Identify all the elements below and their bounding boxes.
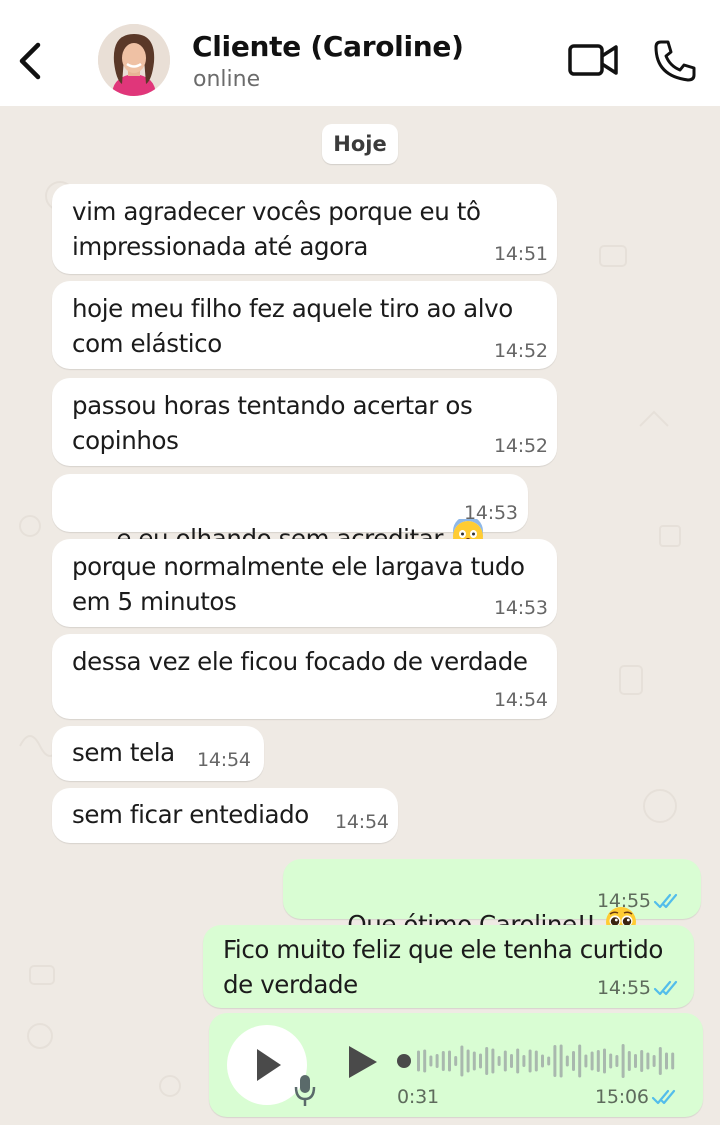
message-time: 14:55 bbox=[597, 977, 651, 999]
chat-area[interactable]: Hoje vim agradecer vocês porque eu tô im… bbox=[0, 106, 720, 1125]
message-time: 15:06 bbox=[595, 1086, 649, 1108]
message-time: 14:55 bbox=[597, 890, 651, 912]
outgoing-voice-message[interactable]: 0:31 15:06 bbox=[209, 1013, 703, 1117]
waveform-bar bbox=[541, 1054, 544, 1068]
waveform-bar bbox=[671, 1052, 675, 1070]
message-text: hoje meu filho fez aquele tiro ao alvo c… bbox=[72, 294, 513, 358]
waveform-bar bbox=[621, 1044, 625, 1078]
double-check-read-icon bbox=[653, 893, 678, 909]
waveform-bar bbox=[640, 1050, 644, 1072]
audio-progress-handle[interactable] bbox=[397, 1054, 411, 1068]
incoming-message[interactable]: e eu olhando sem acreditar 14:53 bbox=[52, 474, 528, 553]
waveform-bar bbox=[497, 1056, 501, 1066]
waveform-bar bbox=[590, 1051, 594, 1071]
waveform-bar bbox=[429, 1055, 433, 1067]
play-triangle-icon bbox=[349, 1046, 377, 1078]
outgoing-message[interactable]: Que ótimo Caroline!! 14:55 bbox=[283, 859, 701, 939]
audio-waveform[interactable] bbox=[395, 1039, 675, 1083]
message-text: sem ficar entediado bbox=[72, 800, 309, 829]
chat-header: Cliente (Caroline) online bbox=[0, 0, 720, 106]
waveform-bar bbox=[603, 1048, 606, 1074]
phone-icon bbox=[654, 40, 696, 82]
waveform-bar bbox=[627, 1051, 631, 1071]
voice-call-button[interactable] bbox=[652, 38, 696, 84]
contact-status: online bbox=[193, 67, 261, 92]
waveform-bar bbox=[435, 1054, 439, 1068]
avatar[interactable] bbox=[98, 24, 170, 96]
incoming-message[interactable]: hoje meu filho fez aquele tiro ao alvo c… bbox=[52, 281, 557, 369]
waveform-bar bbox=[522, 1055, 526, 1067]
waveform-bar bbox=[491, 1048, 495, 1074]
waveform-bar bbox=[646, 1052, 650, 1070]
waveform-bar bbox=[472, 1051, 476, 1071]
message-text: passou horas tentando acertar os copinho… bbox=[72, 391, 473, 455]
message-time: 14:53 bbox=[464, 502, 518, 524]
waveform-bar bbox=[578, 1044, 582, 1078]
waveform-bar bbox=[652, 1055, 656, 1067]
double-check-read-icon bbox=[653, 980, 678, 996]
waveform-bar bbox=[485, 1047, 489, 1075]
video-call-button[interactable] bbox=[566, 40, 620, 80]
waveform-bar bbox=[479, 1053, 482, 1069]
waveform-bar bbox=[423, 1049, 427, 1073]
waveform-bar bbox=[417, 1050, 420, 1072]
waveform-bar bbox=[565, 1055, 569, 1067]
message-time: 14:54 bbox=[335, 811, 389, 833]
message-time: 14:54 bbox=[197, 749, 251, 771]
waveform-bar bbox=[528, 1049, 532, 1073]
double-check-read-icon bbox=[651, 1089, 676, 1105]
waveform-bar bbox=[547, 1056, 551, 1066]
incoming-message[interactable]: dessa vez ele ficou focado de verdade 14… bbox=[52, 634, 557, 719]
day-divider: Hoje bbox=[322, 124, 398, 164]
waveform-bar bbox=[460, 1045, 464, 1077]
waveform-bar bbox=[441, 1051, 445, 1071]
message-text: vim agradecer vocês porque eu tô impress… bbox=[72, 197, 481, 261]
waveform-bar bbox=[596, 1050, 600, 1072]
incoming-message[interactable]: passou horas tentando acertar os copinho… bbox=[52, 378, 557, 466]
waveform-bar bbox=[534, 1050, 538, 1072]
incoming-message[interactable]: vim agradecer vocês porque eu tô impress… bbox=[52, 184, 557, 274]
waveform-bar bbox=[559, 1044, 563, 1078]
chevron-left-icon bbox=[19, 42, 41, 80]
message-text: porque normalmente ele largava tudo em 5… bbox=[72, 552, 525, 616]
waveform-bar bbox=[665, 1052, 668, 1070]
waveform-bar bbox=[466, 1049, 470, 1073]
message-text: dessa vez ele ficou focado de verdade bbox=[72, 647, 528, 676]
back-button[interactable] bbox=[12, 38, 48, 84]
contact-name[interactable]: Cliente (Caroline) bbox=[192, 30, 464, 63]
message-time: 14:53 bbox=[494, 597, 548, 619]
incoming-message[interactable]: sem tela 14:54 bbox=[52, 726, 264, 781]
waveform-bar bbox=[658, 1047, 662, 1075]
message-time: 14:54 bbox=[494, 689, 548, 711]
incoming-message[interactable]: sem ficar entediado 14:54 bbox=[52, 788, 398, 843]
waveform-bar bbox=[454, 1056, 458, 1066]
incoming-message[interactable]: porque normalmente ele largava tudo em 5… bbox=[52, 539, 557, 627]
audio-duration: 0:31 bbox=[397, 1086, 439, 1108]
message-time: 14:52 bbox=[494, 340, 548, 362]
waveform-bar bbox=[584, 1054, 588, 1068]
message-time: 14:51 bbox=[494, 243, 548, 265]
microphone-icon bbox=[294, 1075, 316, 1106]
message-text: sem tela bbox=[72, 738, 175, 767]
waveform-bar bbox=[615, 1055, 619, 1067]
waveform-bar bbox=[503, 1050, 507, 1072]
waveform-bar bbox=[609, 1053, 613, 1069]
waveform-bar bbox=[516, 1048, 520, 1074]
outgoing-message[interactable]: Fico muito feliz que ele tenha curtido d… bbox=[203, 925, 694, 1008]
waveform-bar bbox=[553, 1045, 557, 1077]
video-camera-icon bbox=[568, 44, 618, 76]
waveform-bar bbox=[634, 1054, 637, 1068]
message-time: 14:52 bbox=[494, 435, 548, 457]
waveform-bar bbox=[510, 1054, 513, 1068]
play-button[interactable] bbox=[347, 1043, 381, 1081]
waveform-bar bbox=[448, 1050, 451, 1072]
waveform-bar bbox=[572, 1051, 575, 1071]
